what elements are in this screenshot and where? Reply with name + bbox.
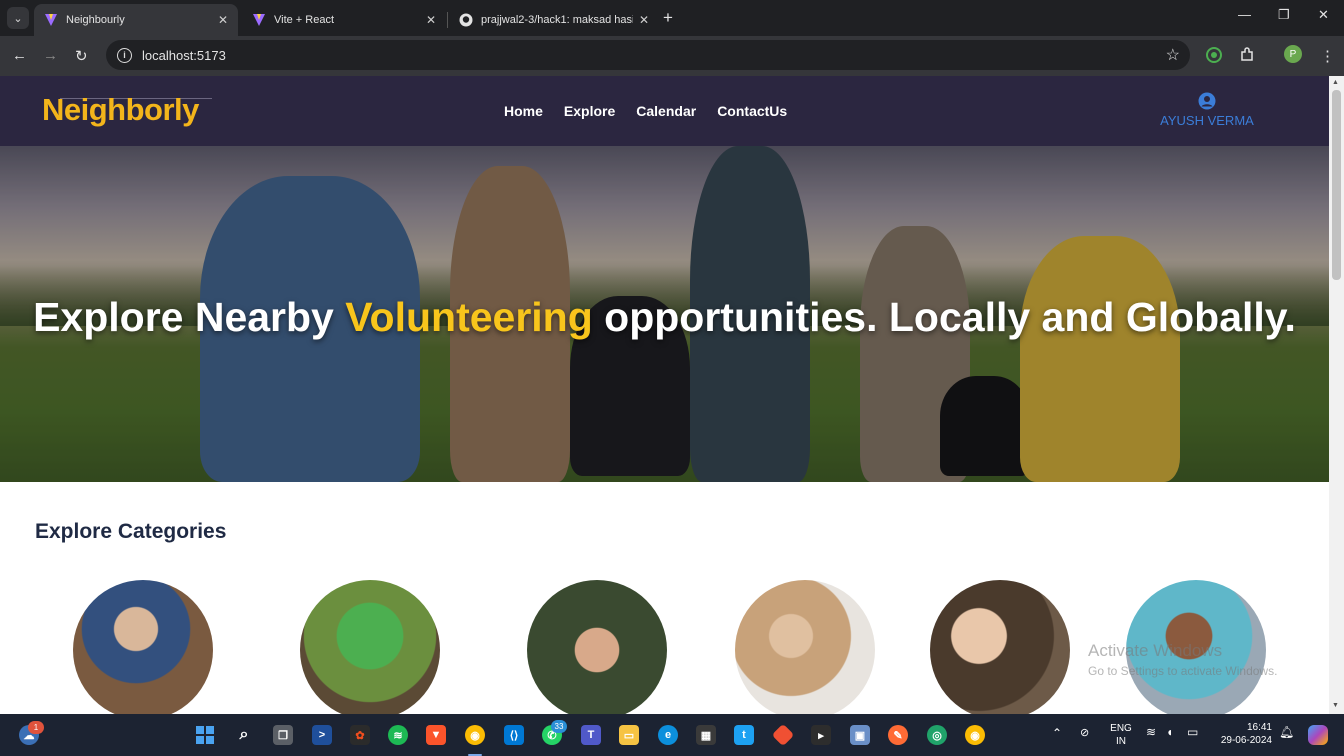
chrome-secondary-icon[interactable]: ◉: [965, 725, 985, 745]
clock-time: 16:41: [1246, 722, 1272, 733]
tab-close-icon[interactable]: ✕: [426, 13, 436, 27]
site-header: Neighborly Home Explore Calendar Contact…: [0, 76, 1329, 146]
spotify-icon[interactable]: ≋: [388, 725, 408, 745]
categories-heading: Explore Categories: [35, 520, 227, 543]
new-tab-icon[interactable]: +: [663, 8, 673, 28]
tray-app-icon[interactable]: ⊘: [1080, 727, 1089, 740]
teams-icon[interactable]: T: [581, 725, 601, 745]
lang-top: ENG: [1110, 723, 1132, 734]
category-environment[interactable]: [300, 580, 440, 714]
brave-icon[interactable]: ▼: [426, 725, 446, 745]
notification-bell-icon[interactable]: 🔔︎: [1279, 726, 1294, 739]
file-explorer-icon[interactable]: ▭: [619, 725, 639, 745]
vscode-icon[interactable]: ⟨⟩: [504, 725, 524, 745]
watermark-line2: Go to Settings to activate Windows.: [1088, 664, 1278, 678]
page-viewport: Neighborly Home Explore Calendar Contact…: [0, 76, 1329, 714]
profile-avatar[interactable]: P: [1284, 45, 1302, 63]
tab-neighbourly[interactable]: Neighbourly ✕: [34, 4, 238, 36]
category-animal-care[interactable]: [930, 580, 1070, 714]
tab-search-button[interactable]: ⌄: [7, 7, 29, 29]
powershell-icon[interactable]: >: [312, 725, 332, 745]
menu-kebab-icon[interactable]: ⋮: [1320, 47, 1335, 65]
hero-title-highlight: Volunteering: [345, 294, 593, 340]
back-icon[interactable]: ←: [12, 47, 27, 64]
tab-vite-react[interactable]: Vite + React ✕: [242, 4, 446, 36]
minimize-icon[interactable]: —: [1238, 7, 1251, 22]
whatsapp-badge: 33: [551, 720, 567, 733]
terminal-icon[interactable]: ▸: [811, 725, 831, 745]
clock[interactable]: 16:41 29-06-2024: [1214, 721, 1272, 747]
user-name: AYUSH VERMA: [1160, 113, 1254, 128]
bookmark-star-icon[interactable]: ☆: [1166, 45, 1180, 65]
reload-icon[interactable]: ↻: [75, 47, 88, 65]
tab-separator: [447, 12, 448, 28]
clock-date: 29-06-2024: [1220, 735, 1272, 746]
tab-github[interactable]: prajjwal2-3/hack1: maksad hasi ✕: [449, 4, 659, 36]
chrome-icon[interactable]: ◉: [465, 725, 485, 745]
photos-icon[interactable]: ▣: [850, 725, 870, 745]
hero-banner: Explore Nearby Volunteering opportunitie…: [0, 146, 1329, 482]
tab-title: Vite + React: [274, 14, 335, 26]
watermark-line1: Activate Windows: [1088, 641, 1223, 660]
scroll-up-icon[interactable]: ▲: [1332, 79, 1339, 86]
user-account[interactable]: AYUSH VERMA: [1160, 92, 1254, 128]
nav-contactus[interactable]: ContactUs: [717, 103, 787, 119]
category-tutoring[interactable]: [73, 580, 213, 714]
close-window-icon[interactable]: ✕: [1318, 7, 1329, 23]
search-icon[interactable]: ⌕: [234, 725, 254, 745]
forward-icon[interactable]: →: [43, 47, 58, 64]
wifi-icon[interactable]: ≋: [1146, 726, 1156, 739]
tab-strip: ⌄ Neighbourly ✕ Vite + React ✕ prajjwal2…: [0, 0, 1344, 36]
nav-home[interactable]: Home: [504, 103, 543, 119]
lang-bottom: IN: [1116, 736, 1126, 747]
windows-start-icon[interactable]: [195, 725, 215, 745]
page-scrollbar[interactable]: ▲ ▼: [1329, 76, 1344, 714]
category-community[interactable]: [527, 580, 667, 714]
git-icon[interactable]: [771, 723, 795, 747]
battery-icon[interactable]: ▭: [1187, 726, 1198, 739]
main-nav: Home Explore Calendar ContactUs: [504, 103, 787, 119]
browser-window: ⌄ Neighbourly ✕ Vite + React ✕ prajjwal2…: [0, 0, 1344, 756]
extension-circle-icon[interactable]: [1206, 47, 1222, 63]
copilot-icon[interactable]: [1308, 725, 1328, 745]
weather-badge: 1: [28, 721, 44, 734]
scroll-down-icon[interactable]: ▼: [1332, 702, 1339, 709]
figma-icon[interactable]: ✿: [350, 725, 370, 745]
edge-icon[interactable]: e: [658, 725, 678, 745]
twitter-icon[interactable]: t: [734, 725, 754, 745]
tab-close-icon[interactable]: ✕: [218, 13, 228, 27]
scrollbar-thumb[interactable]: [1332, 90, 1341, 280]
app-circle-icon[interactable]: ◎: [927, 725, 947, 745]
tab-close-icon[interactable]: ✕: [639, 13, 649, 27]
url-text: localhost:5173: [142, 47, 226, 63]
nav-explore[interactable]: Explore: [564, 103, 615, 119]
vite-favicon-icon: [253, 14, 265, 26]
extensions-puzzle-icon[interactable]: [1239, 47, 1255, 63]
tab-title: prajjwal2-3/hack1: maksad hasi: [481, 14, 633, 26]
hero-title-part: Explore Nearby: [33, 294, 346, 340]
address-bar[interactable]: i localhost:5173 ☆: [106, 40, 1190, 70]
volume-icon[interactable]: ◖: [1166, 726, 1173, 739]
site-info-icon[interactable]: i: [117, 47, 132, 63]
site-logo[interactable]: Neighborly: [42, 92, 199, 128]
user-circle-icon: [1198, 92, 1216, 110]
hero-title-part: opportunities. Locally and Globally.: [592, 294, 1296, 340]
github-icon: [459, 13, 473, 27]
hero-title: Explore Nearby Volunteering opportunitie…: [0, 294, 1329, 341]
category-food-drive[interactable]: [735, 580, 875, 714]
tray-overflow-icon[interactable]: ⌃: [1052, 727, 1062, 740]
postman-icon[interactable]: ✎: [888, 725, 908, 745]
activate-windows-watermark: Activate Windows Go to Settings to activ…: [1088, 641, 1277, 678]
restore-icon[interactable]: ❐: [1278, 7, 1290, 23]
browser-toolbar: ← → ↻ i localhost:5173 ☆ P ⋮: [0, 36, 1344, 76]
windows-taskbar: ☁ 1 ⌕ ❐ > ✿ ≋ ▼ ◉ ⟨⟩ ✆ 33 T ▭ e ▦ t ▸ ▣ …: [0, 714, 1344, 756]
language-indicator[interactable]: ENG IN: [1108, 722, 1134, 748]
vite-favicon-icon: [45, 14, 57, 26]
store-icon[interactable]: ▦: [696, 725, 716, 745]
tab-title: Neighbourly: [66, 14, 125, 26]
task-view-icon[interactable]: ❐: [273, 725, 293, 745]
nav-calendar[interactable]: Calendar: [636, 103, 696, 119]
